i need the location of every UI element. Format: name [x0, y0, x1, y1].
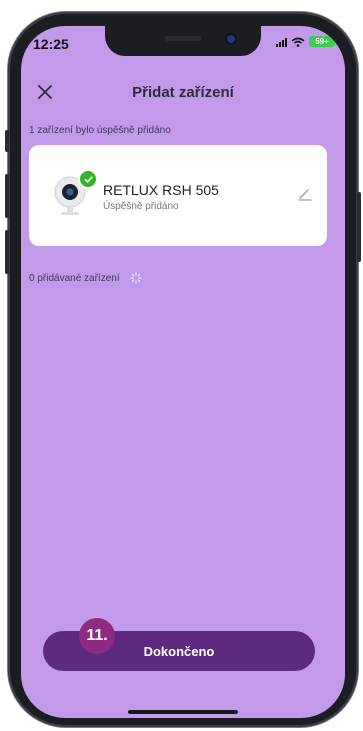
- status-icons: 59+: [276, 36, 335, 47]
- check-icon: [84, 176, 93, 183]
- success-check-badge: [78, 169, 98, 189]
- wifi-icon: [291, 37, 305, 47]
- home-indicator[interactable]: [128, 710, 238, 714]
- adding-section: 0 přidávané zařízení: [29, 272, 142, 284]
- spinner-icon: [129, 272, 142, 284]
- volume-up-button: [5, 174, 9, 218]
- front-camera: [227, 35, 235, 43]
- edit-icon[interactable]: [297, 186, 313, 202]
- signal-icon: [276, 37, 287, 47]
- speaker: [165, 36, 201, 41]
- adding-section-label: 0 přidávané zařízení: [29, 272, 120, 284]
- step-number-badge: 11.: [79, 618, 115, 654]
- device-name: RETLUX RSH 505: [103, 182, 219, 198]
- page-title: Přidat zařízení: [132, 84, 234, 101]
- success-section-label: 1 zařízení bylo úspěšně přidáno: [29, 125, 171, 136]
- app-screen: 12:25 59+ Přidat zařízení 1 zařízení byl…: [21, 26, 345, 718]
- status-time: 12:25: [33, 36, 69, 52]
- device-card[interactable]: RETLUX RSH 505 Úspěšně přidáno: [29, 145, 327, 246]
- header: Přidat zařízení: [21, 78, 345, 108]
- battery-icon: 59+: [309, 36, 335, 47]
- mute-switch: [5, 130, 9, 152]
- volume-down-button: [5, 230, 9, 274]
- power-button: [357, 192, 361, 262]
- device-status: Úspěšně přidáno: [103, 201, 179, 212]
- notch: [105, 26, 261, 56]
